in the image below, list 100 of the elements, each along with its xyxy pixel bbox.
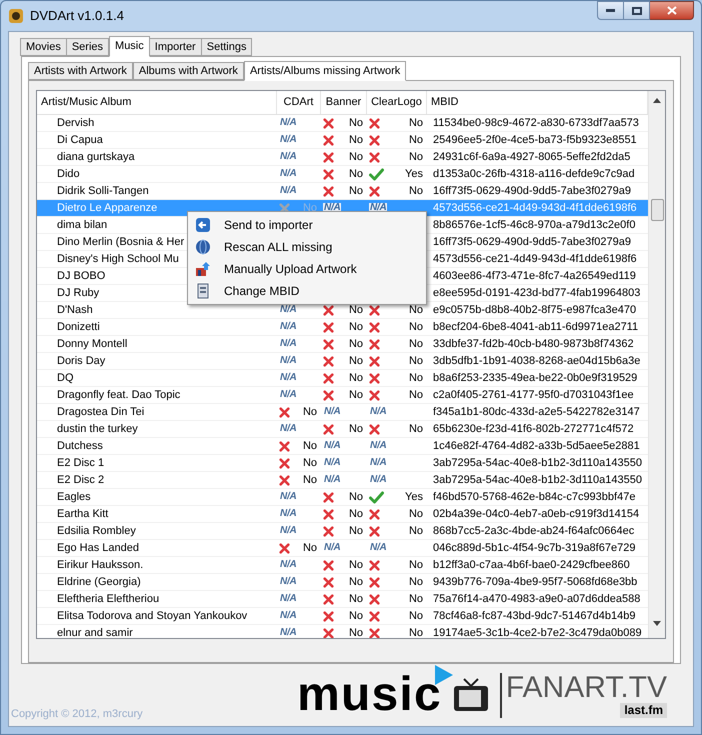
- status-text: No: [348, 422, 363, 437]
- status-text: No: [408, 132, 423, 148]
- maximize-button[interactable]: [624, 1, 650, 20]
- status-text: No: [408, 320, 423, 335]
- column-header[interactable]: Banner: [321, 91, 367, 114]
- cross-icon: [323, 356, 334, 366]
- list-row[interactable]: E2 Disc 1 No N/A N/A 3ab7295a-54ac-40e8-b1b2-3d110a143550: [37, 455, 648, 472]
- cross-icon: [369, 560, 380, 570]
- menu-item[interactable]: Change MBID: [188, 280, 426, 302]
- mbid-text: 3ab7295a-54ac-40e8-b1b2-3d110a143550: [433, 474, 642, 486]
- artist-name: Eleftheria Eleftheriou: [57, 592, 160, 605]
- close-button[interactable]: [650, 1, 694, 20]
- cross-icon: [323, 628, 334, 638]
- cross-icon: [279, 406, 290, 418]
- mbid-text: b8a6f253-2335-49ea-be22-0b0e9f319529: [433, 372, 638, 384]
- status-text: No: [302, 438, 317, 454]
- list-row[interactable]: DQ N/A No No b8a6f253-2335-49ea-be22-0b0e9f319529: [37, 370, 648, 387]
- column-header[interactable]: ClearLogo: [367, 91, 427, 114]
- tab[interactable]: Artists/Albums missing Artwork: [244, 61, 406, 81]
- status-text: No: [408, 558, 423, 573]
- cross-icon: [369, 372, 380, 384]
- status-text: No: [408, 592, 423, 607]
- artist-name: Donny Montell: [57, 338, 128, 350]
- list-row[interactable]: Donizetti N/A No No b8ecf204-6be8-4041-ab11-6d9971ea2711: [37, 319, 648, 336]
- tab[interactable]: Music: [109, 36, 150, 57]
- list-row[interactable]: Dragostea Din Tei No N/A N/A f345a1b1-80dc-433d-a2e5-5422782e3147: [37, 404, 648, 421]
- list-row[interactable]: Ego Has Landed No N/A N/A 046c889d-5b1c-4f54-9c7b-319a8f67e729: [37, 540, 648, 557]
- list-row[interactable]: Eagles N/A No Yes f46bd570-5768-462e-b84c-c7c993bbf47e: [37, 489, 648, 506]
- artist-name: Eirikur Hauksson.: [57, 558, 144, 571]
- status-text: No: [302, 456, 317, 471]
- list-row[interactable]: Eldrine (Georgia) N/A No No 9439b776-709a-4be9-95f7-5068fd68e3bb: [37, 574, 648, 591]
- list-row[interactable]: Dutchess No N/A N/A 1c46e82f-4764-4d82-a33b-5d5aee5e2881: [37, 438, 648, 455]
- cross-icon: [323, 508, 334, 520]
- list-row[interactable]: dustin the turkey N/A No No 65b6230e-f23d-41f6-802b-272771c4f572: [37, 421, 648, 438]
- status-text: No: [408, 150, 423, 165]
- tab[interactable]: Movies: [20, 38, 67, 56]
- mbid-text: 3ab7295a-54ac-40e8-b1b2-3d110a143550: [433, 456, 642, 469]
- status-text: No: [408, 506, 423, 522]
- mbid-text: 24931c6f-6a9a-4927-8065-5effe2fd2da5: [433, 150, 630, 163]
- column-header[interactable]: CDArt: [277, 91, 321, 114]
- app-icon: [8, 8, 24, 24]
- status-text: No: [348, 150, 363, 165]
- status-text: No: [348, 608, 363, 624]
- status-text: No: [348, 626, 363, 638]
- not-available-label: N/A: [323, 543, 342, 553]
- cross-icon: [323, 152, 334, 162]
- list-row[interactable]: Elitsa Todorova and Stoyan Yankoukov N/A No No 78cf46a8-fc87-43bd-9dc7-51467d4b14b9: [37, 608, 648, 625]
- cross-icon: [279, 542, 290, 554]
- cross-icon: [369, 508, 380, 520]
- tab[interactable]: Series: [66, 38, 110, 56]
- mbid-text: 16ff73f5-0629-490d-9dd5-7abe3f0279a9: [433, 184, 631, 197]
- check-icon: [369, 490, 384, 504]
- list-row[interactable]: Donny Montell N/A No No 33dbfe37-fd2b-40cb-b480-9873b8f74362: [37, 336, 648, 353]
- cross-icon: [323, 118, 334, 128]
- cross-icon: [323, 492, 334, 502]
- list-row[interactable]: Doris Day N/A No No 3db5dfb1-1b91-4038-8268-ae04d15b6a3e: [37, 353, 648, 370]
- tab[interactable]: Artists with Artwork: [28, 62, 133, 80]
- scroll-thumb[interactable]: [650, 199, 664, 221]
- cross-icon: [369, 526, 380, 536]
- status-text: No: [348, 116, 363, 131]
- status-text: No: [348, 370, 363, 386]
- menu-item[interactable]: Send to importer: [188, 214, 426, 236]
- artist-name: Doris Day: [57, 354, 106, 367]
- artist-name: Ego Has Landed: [57, 542, 139, 554]
- status-text: Yes: [405, 490, 423, 505]
- not-available-label: N/A: [279, 152, 298, 162]
- list-row[interactable]: Di Capua N/A No No 25496ee5-2f0e-4ce5-ba73-f5b9323e8551: [37, 132, 648, 149]
- scroll-up-icon: [653, 98, 661, 103]
- scrollbar[interactable]: [648, 91, 665, 638]
- tab[interactable]: Importer: [148, 38, 202, 56]
- cross-icon: [279, 474, 290, 486]
- tab[interactable]: Albums with Artwork: [132, 62, 244, 80]
- mbid-text: 25496ee5-2f0e-4ce5-ba73-f5b9323e8551: [433, 134, 637, 146]
- cross-icon: [369, 356, 380, 366]
- artist-name: Donizetti: [57, 320, 100, 333]
- cross-icon: [369, 338, 380, 350]
- mbid-text: b8ecf204-6be8-4041-ab11-6d9971ea2711: [433, 320, 638, 333]
- list-row[interactable]: Eirikur Hauksson. N/A No No b12ff3a0-c7aa-4b6f-bae0-2429cfbee860: [37, 557, 648, 574]
- tab[interactable]: Settings: [200, 38, 252, 56]
- list-row[interactable]: Dido N/A No Yes d1353a0c-26fb-4318-a116-defde9c7c9ad: [37, 166, 648, 183]
- cross-icon: [369, 390, 380, 400]
- list-row[interactable]: E2 Disc 2 No N/A N/A 3ab7295a-54ac-40e8-b1b2-3d110a143550: [37, 472, 648, 489]
- list-row[interactable]: Dervish N/A No No 11534be0-98c9-4672-a830-6733df7aa573: [37, 115, 648, 132]
- list-row[interactable]: Dragonfly feat. Dao Topic N/A No No c2a0f405-2761-4177-95f0-d7031043f1ee: [37, 387, 648, 404]
- list-row[interactable]: diana gurtskaya N/A No No 24931c6f-6a9a-4927-8065-5effe2fd2da5: [37, 149, 648, 166]
- cross-icon: [323, 372, 334, 384]
- not-available-label: N/A: [323, 475, 342, 485]
- not-available-label: N/A: [369, 407, 388, 417]
- artist-name: DJ BOBO: [57, 270, 106, 282]
- column-header[interactable]: Artist/Music Album: [37, 91, 277, 114]
- artist-name: E2 Disc 1: [57, 456, 104, 469]
- minimize-button[interactable]: [597, 1, 624, 20]
- mbid-text: f345a1b1-80dc-433d-a2e5-5422782e3147: [433, 406, 640, 418]
- list-row[interactable]: Eleftheria Eleftheriou N/A No No 75a76f14-a470-4983-a9e0-a07d6ddea588: [37, 591, 648, 608]
- list-row[interactable]: Edsilia Rombley N/A No No 868b7cc5-2a3c-4bde-ab24-f64afc0664ec: [37, 523, 648, 540]
- cross-icon: [279, 458, 290, 468]
- mbid-text: 75a76f14-a470-4983-a9e0-a07d6ddea588: [433, 592, 640, 605]
- artist-name: diana gurtskaya: [57, 150, 135, 163]
- not-available-label: N/A: [279, 424, 298, 434]
- list-row[interactable]: Eartha Kitt N/A No No 02b4a39e-04c0-4eb7-a0eb-c919f3d14154: [37, 506, 648, 523]
